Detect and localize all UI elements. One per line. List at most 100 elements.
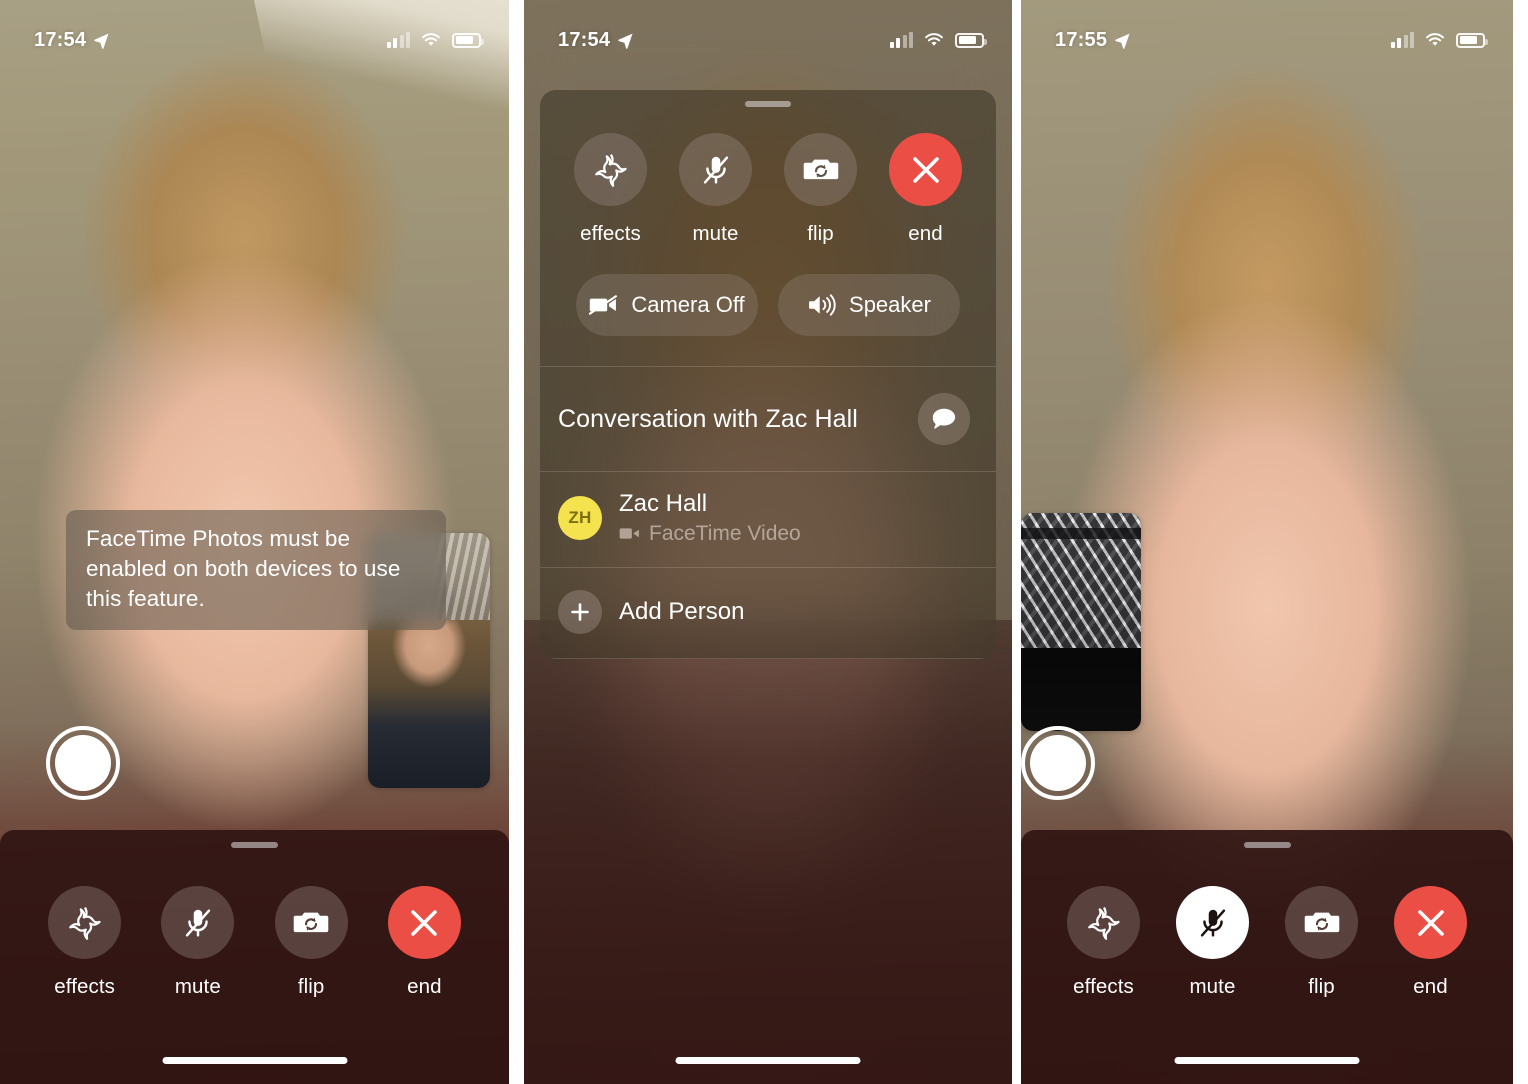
- menu-lower-backdrop: [524, 620, 1012, 1084]
- location-arrow-icon: [1115, 33, 1130, 49]
- status-bar: 17:54: [524, 0, 1012, 64]
- video-camera-icon: [619, 528, 639, 540]
- audio-video-toggles: Camera Off Speaker: [540, 246, 996, 366]
- effects-star-icon: [68, 906, 101, 940]
- battery-icon: [955, 32, 987, 48]
- effects-button[interactable]: effects: [558, 133, 663, 246]
- add-person-row[interactable]: Add Person: [540, 568, 996, 658]
- mute-button-label: mute: [174, 975, 221, 998]
- plus-icon: [571, 603, 589, 621]
- facetime-live-photo-shutter[interactable]: [1021, 726, 1095, 800]
- effects-star-icon: [594, 153, 627, 187]
- microphone-muted-icon: [703, 155, 728, 184]
- cellular-signal-icon: [386, 31, 410, 48]
- status-bar-time: 17:55: [1055, 28, 1108, 51]
- status-bar-left: 17:54: [34, 29, 110, 52]
- mute-button-circle: [679, 133, 752, 206]
- status-bar-time: 17:54: [558, 28, 611, 51]
- status-bar-left: 17:54: [558, 29, 634, 52]
- close-x-icon: [411, 909, 438, 936]
- iphone-screen-facetime-photo-error: 17:54 FaceTime Photos must be enabled on…: [0, 0, 509, 1084]
- status-bar-time: 17:54: [34, 28, 87, 51]
- messages-button[interactable]: [918, 393, 970, 445]
- location-arrow-icon: [94, 33, 109, 49]
- effects-button-circle: [1067, 886, 1140, 959]
- participant-info: Zac Hall FaceTime Video: [619, 490, 801, 546]
- end-call-button-circle: [1394, 886, 1467, 959]
- camera-flip-icon: [1304, 912, 1339, 932]
- effects-button[interactable]: effects: [1050, 886, 1158, 999]
- iphone-screen-facetime-menu: 17:54 effects mute flip end Camera Off S…: [524, 0, 1012, 1084]
- flip-button[interactable]: flip: [257, 886, 365, 999]
- flip-button-label: flip: [807, 222, 834, 245]
- microphone-muted-icon: [1200, 908, 1225, 937]
- camera-flip-icon: [293, 912, 329, 932]
- mute-button-circle: [1176, 886, 1249, 959]
- end-call-button-circle: [387, 886, 461, 959]
- flip-button-label: flip: [1308, 975, 1335, 998]
- status-bar: 17:55: [1021, 0, 1513, 64]
- participant-row[interactable]: ZH Zac Hall FaceTime Video: [540, 472, 996, 567]
- effects-button-circle: [48, 886, 122, 959]
- iphone-screen-facetime-muted: 17:55 effects mute flip end: [1021, 0, 1513, 1084]
- status-bar-right: [1390, 31, 1488, 48]
- home-indicator[interactable]: [162, 1057, 347, 1064]
- conversation-title: Conversation with Zac Hall: [558, 404, 858, 433]
- speaker-waves-icon: [809, 294, 836, 316]
- camera-flip-icon: [803, 159, 838, 179]
- video-off-icon: [589, 295, 618, 315]
- status-bar-right: [386, 31, 484, 48]
- divider: [540, 657, 996, 659]
- end-call-button[interactable]: end: [1377, 886, 1485, 999]
- speaker-button[interactable]: Speaker: [778, 274, 960, 336]
- home-indicator[interactable]: [675, 1057, 861, 1064]
- participant-name: Zac Hall: [619, 490, 708, 517]
- shutter-inner: [1030, 735, 1086, 791]
- wifi-icon: [422, 33, 440, 46]
- speaker-button-label: Speaker: [849, 292, 931, 317]
- flip-button[interactable]: flip: [768, 133, 873, 246]
- message-bubble-icon: [932, 408, 956, 429]
- wifi-icon: [925, 33, 943, 46]
- mute-button-label: mute: [1189, 975, 1236, 998]
- wifi-icon: [1426, 33, 1444, 46]
- flip-button-circle: [1285, 886, 1358, 959]
- participant-status: FaceTime Video: [619, 522, 801, 546]
- flip-button-circle: [784, 133, 857, 206]
- battery-icon: [1456, 32, 1488, 48]
- microphone-muted-icon: [185, 908, 211, 937]
- effects-button-label: effects: [54, 975, 115, 998]
- call-controls-bar: effects mute flip end: [1021, 830, 1513, 1084]
- add-person-label: Add Person: [619, 597, 745, 625]
- facetime-live-photo-shutter[interactable]: [46, 726, 120, 800]
- avatar: ZH: [558, 496, 602, 541]
- home-indicator[interactable]: [1174, 1057, 1360, 1064]
- mute-button[interactable]: mute: [144, 886, 252, 999]
- flip-button[interactable]: flip: [1268, 886, 1376, 999]
- mute-button[interactable]: mute: [663, 133, 768, 246]
- end-call-button[interactable]: end: [370, 886, 478, 999]
- facetime-photos-toast: FaceTime Photos must be enabled on both …: [66, 510, 446, 630]
- close-x-icon: [1417, 909, 1444, 936]
- mute-button[interactable]: mute: [1159, 886, 1267, 999]
- shutter-inner: [55, 735, 111, 791]
- cellular-signal-icon: [1390, 31, 1414, 48]
- flip-button-circle: [274, 886, 348, 959]
- add-person-button-circle: [558, 589, 602, 634]
- self-view-thumbnail[interactable]: [1021, 513, 1141, 731]
- end-call-button-label: end: [908, 222, 943, 245]
- camera-off-button[interactable]: Camera Off: [576, 274, 758, 336]
- cellular-signal-icon: [889, 31, 913, 48]
- status-bar-right: [889, 31, 987, 48]
- status-bar-left: 17:55: [1055, 29, 1131, 52]
- mute-button-label: mute: [692, 222, 739, 245]
- end-call-button[interactable]: end: [873, 133, 978, 246]
- call-controls-bar: effects mute flip end: [0, 830, 509, 1084]
- conversation-header: Conversation with Zac Hall: [540, 367, 996, 471]
- effects-star-icon: [1087, 906, 1120, 940]
- effects-button[interactable]: effects: [31, 886, 139, 999]
- flip-button-label: flip: [297, 975, 325, 998]
- mute-button-circle: [161, 886, 235, 959]
- effects-button-circle: [574, 133, 647, 206]
- end-call-button-circle: [889, 133, 962, 206]
